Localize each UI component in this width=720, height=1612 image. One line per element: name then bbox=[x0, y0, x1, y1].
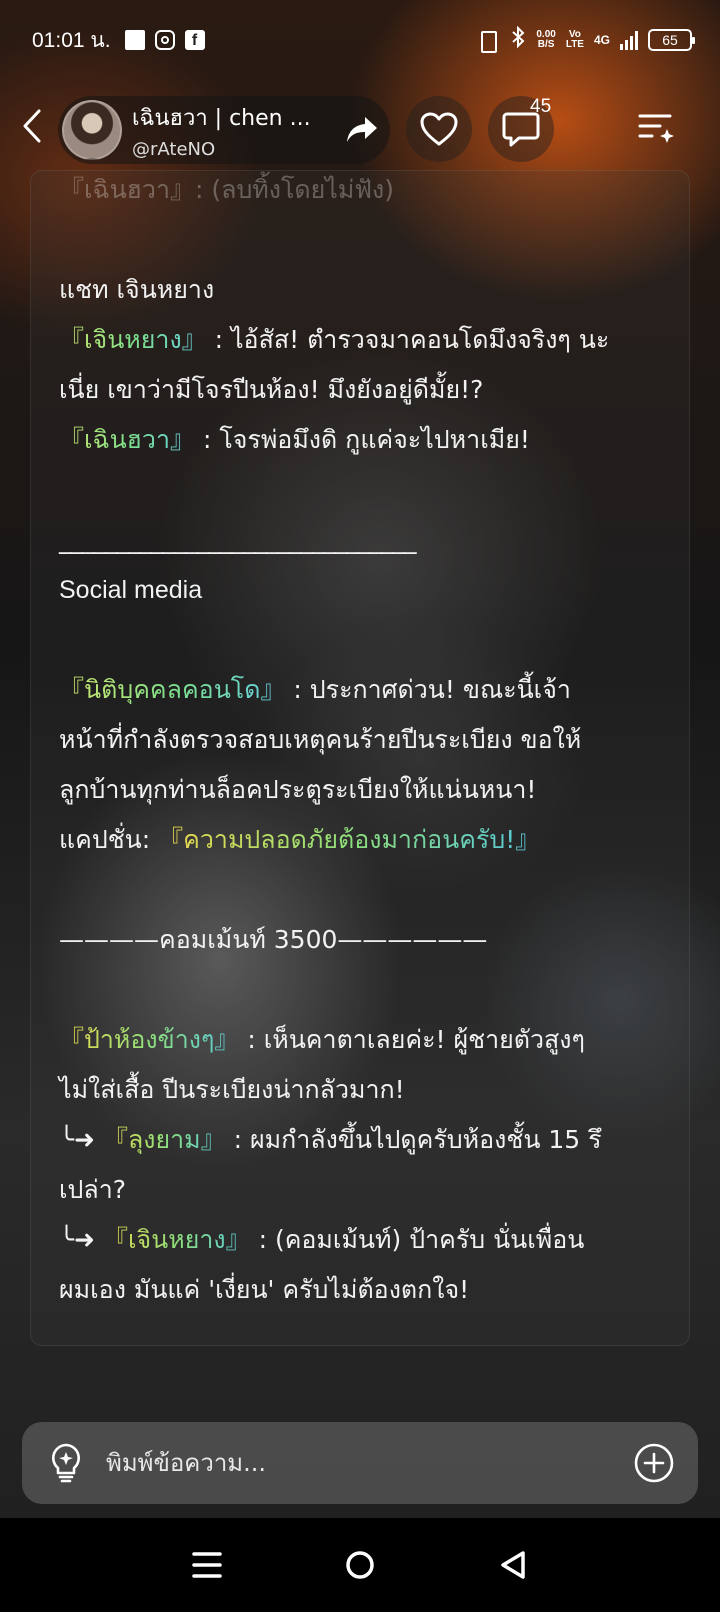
status-bar: 01:01 น. f 0.00 B/S Vo LTE 4G 65 bbox=[0, 0, 720, 80]
reply-arrow: ╰➜ bbox=[59, 1225, 103, 1254]
comment-text: : ผมกำลังขึ้นไปดูครับห้องชั้น 15 รึ bbox=[225, 1125, 602, 1154]
system-nav-bar bbox=[0, 1518, 720, 1612]
comment-3: ╰➜ 『เจินหยาง』 : (คอมเม้นท์) ป้าครับ นั่น… bbox=[59, 1215, 679, 1265]
recent-apps-button[interactable] bbox=[177, 1535, 237, 1595]
comment-2-cont: เปล่า? bbox=[59, 1175, 127, 1204]
commenter-tag: 『ลุงยาม』 bbox=[102, 1125, 226, 1154]
story-content: 『เฉินฮวา』: (ลบทิ้งโดยไม่ฟัง) แชท เจินหยา… bbox=[59, 175, 679, 1315]
battery-level: 65 bbox=[662, 32, 678, 48]
caption-text: 『ความปลอดภัยต้องมาก่อนครับ!』 bbox=[158, 825, 541, 854]
home-circle-icon bbox=[346, 1551, 374, 1579]
message-text: : ไอ้สัส! ตำรวจมาคอนโดมึงจริงๆ นะ bbox=[206, 325, 610, 354]
idea-button[interactable] bbox=[46, 1441, 86, 1485]
poster-tag: 『นิติบุคคลคอนโด』 bbox=[59, 675, 286, 704]
back-nav-button[interactable] bbox=[483, 1535, 543, 1595]
commenter-tag: 『ป้าห้องข้างๆ』 bbox=[59, 1025, 240, 1054]
share-button[interactable] bbox=[342, 110, 382, 150]
comment-2: ╰➜ 『ลุงยาม』 : ผมกำลังขึ้นไปดูครับห้องชั้… bbox=[59, 1115, 679, 1165]
message-input[interactable] bbox=[106, 1449, 632, 1477]
triangle-back-icon bbox=[501, 1551, 526, 1579]
add-button[interactable] bbox=[632, 1441, 676, 1485]
plus-circle-icon bbox=[634, 1443, 674, 1483]
comments-divider: ————คอมเม้นท์ 3500—————— bbox=[59, 925, 488, 954]
profile-name: เฉินฮวา | chen ... bbox=[132, 106, 311, 131]
post-line-2: หน้าที่กำลังตรวจสอบเหตุคนร้ายปีนระเบียง … bbox=[59, 725, 582, 754]
reply-arrow: ╰➜ bbox=[59, 1125, 103, 1154]
bluetooth-icon bbox=[510, 25, 526, 54]
post-text: : ประกาศด่วน! ขณะนี้เจ้า bbox=[285, 675, 571, 704]
social-title: Social media bbox=[59, 576, 203, 604]
comment-text: : เห็นคาตาเลยค่ะ! ผู้ชายตัวสูงๆ bbox=[239, 1025, 585, 1054]
net-speed: 0.00 B/S bbox=[536, 29, 556, 50]
message-text: : โจรพ่อมึงดิ กูแค่จะไปหาเมีย! bbox=[195, 425, 530, 454]
caption-label: แคปชั่น: bbox=[59, 825, 159, 854]
comment-3-cont: ผมเอง มันแค่ 'เงี่ยน' ครับไม่ต้องตกใจ! bbox=[59, 1275, 470, 1304]
post-line-1: 『นิติบุคคลคอนโด』 : ประกาศด่วน! ขณะนี้เจ้… bbox=[59, 665, 679, 715]
story-card: 『เฉินฮวา』: (ลบทิ้งโดยไม่ฟัง) แชท เจินหยา… bbox=[30, 170, 690, 1346]
comment-text: : (คอมเม้นท์) ป้าครับ นั่นเพื่อน bbox=[250, 1225, 585, 1254]
instagram-icon bbox=[154, 30, 175, 50]
vibrate-icon bbox=[474, 30, 500, 53]
faded-line: 『เฉินฮวา』: (ลบทิ้งโดยไม่ฟัง) bbox=[59, 175, 395, 204]
caption-line: แคปชั่น: 『ความปลอดภัยต้องมาก่อนครับ!』 bbox=[59, 815, 679, 865]
message-input-bar bbox=[22, 1422, 698, 1504]
notification-icon bbox=[124, 30, 145, 50]
back-button[interactable] bbox=[14, 102, 50, 150]
menu-sparkle-icon bbox=[638, 114, 674, 143]
comment-1-cont: ไม่ใส่เสื้อ ปีนระเบียงน่ากลัวมาก! bbox=[59, 1075, 405, 1104]
commenter-tag: 『เจินหยาง』 bbox=[102, 1225, 251, 1254]
like-button[interactable] bbox=[406, 96, 472, 162]
chat-message-1: 『เจินหยาง』 : ไอ้สัส! ตำรวจมาคอนโดมึงจริง… bbox=[59, 315, 679, 365]
section-divider: _______________________________ bbox=[59, 525, 417, 554]
battery-icon: 65 bbox=[648, 29, 695, 51]
chat-header: เฉินฮวา | chen ... @rAteNO 45 bbox=[0, 90, 720, 166]
volte-indicator: Vo LTE bbox=[565, 29, 584, 50]
chat-message-1-cont: เนี่ย เขาว่ามีโจรปีนห้อง! มึงยังอยู่ดีมั… bbox=[59, 375, 484, 404]
chat-title: แชท เจินหยาง bbox=[59, 275, 215, 304]
menu-icon bbox=[191, 1552, 222, 1578]
speaker-tag: 『เฉินฮวา』 bbox=[59, 425, 195, 454]
profile-handle: @rAteNO bbox=[132, 139, 216, 160]
comment-1: 『ป้าห้องข้างๆ』 : เห็นคาตาเลยค่ะ! ผู้ชายต… bbox=[59, 1015, 679, 1065]
chat-message-2: 『เฉินฮวา』 : โจรพ่อมึงดิ กูแค่จะไปหาเมีย! bbox=[59, 415, 679, 465]
network-type: 4G bbox=[593, 33, 610, 47]
avatar[interactable] bbox=[62, 100, 122, 160]
chevron-left-icon bbox=[23, 109, 41, 143]
status-time: 01:01 น. bbox=[32, 28, 111, 52]
facebook-icon: f bbox=[184, 30, 205, 50]
signal-icon bbox=[620, 30, 638, 50]
speaker-tag: 『เจินหยาง』 bbox=[59, 325, 207, 354]
comment-count: 45 bbox=[530, 96, 552, 117]
profile-pill[interactable]: เฉินฮวา | chen ... @rAteNO bbox=[58, 96, 390, 164]
home-button[interactable] bbox=[330, 1535, 390, 1595]
share-arrow-icon bbox=[347, 117, 377, 142]
post-line-3: ลูกบ้านทุกท่านล็อคประตูระเบียงให้แน่นหนา… bbox=[59, 775, 537, 804]
heart-icon bbox=[420, 112, 458, 146]
lightbulb-icon bbox=[52, 1443, 80, 1483]
menu-button[interactable] bbox=[634, 106, 678, 150]
